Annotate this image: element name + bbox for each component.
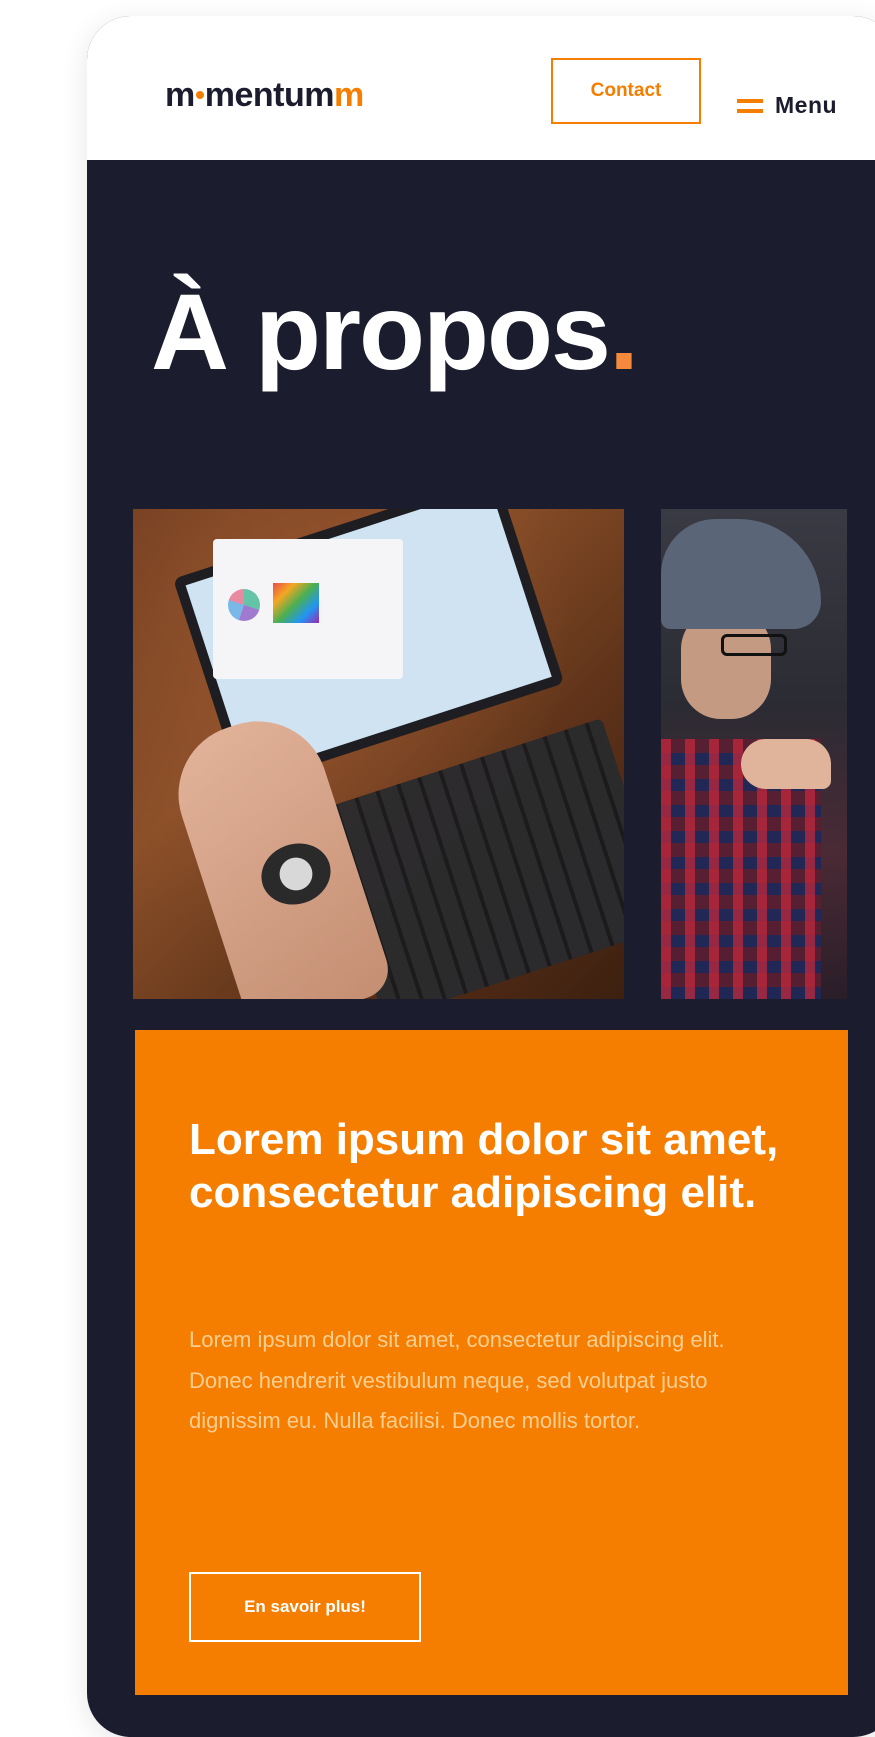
heatmap-illustration <box>273 583 319 623</box>
contact-button[interactable]: Contact <box>551 58 701 124</box>
person-photo <box>661 509 847 999</box>
open-hand-illustration <box>741 739 831 789</box>
phone-frame: m mentumm Contact Menu À propos. Lorem ip… <box>87 16 875 1737</box>
logo-text-accent-m: m <box>333 76 364 114</box>
glasses-illustration <box>721 634 787 656</box>
logo-text-mentum: mentum <box>204 76 335 114</box>
card-body-text: Lorem ipsum dolor sit amet, consectetur … <box>189 1327 725 1434</box>
menu-label: Menu <box>775 92 838 118</box>
page-title-dot: . <box>608 271 639 392</box>
learn-more-button[interactable]: En savoir plus! <box>189 1572 421 1642</box>
contact-button-label: Contact <box>590 80 662 101</box>
about-card: Lorem ipsum dolor sit amet, consectetur … <box>135 1030 848 1695</box>
hamburger-menu-icon <box>737 98 763 113</box>
tablet-photo <box>133 509 624 999</box>
page-title-text: À propos <box>151 271 611 392</box>
learn-more-button-label: En savoir plus! <box>244 1597 366 1616</box>
pie-chart-illustration <box>228 589 260 621</box>
page-title: À propos. <box>151 278 639 386</box>
cap-illustration <box>661 519 821 629</box>
logo-text-m: m <box>165 76 195 114</box>
site-header: m mentumm Contact Menu <box>87 16 875 160</box>
logo-dot-icon <box>195 91 204 100</box>
logo[interactable]: m mentumm <box>165 76 364 115</box>
menu-button[interactable]: Menu <box>737 92 837 119</box>
card-heading: Lorem ipsum dolor sit amet, consectetur … <box>189 1115 779 1217</box>
